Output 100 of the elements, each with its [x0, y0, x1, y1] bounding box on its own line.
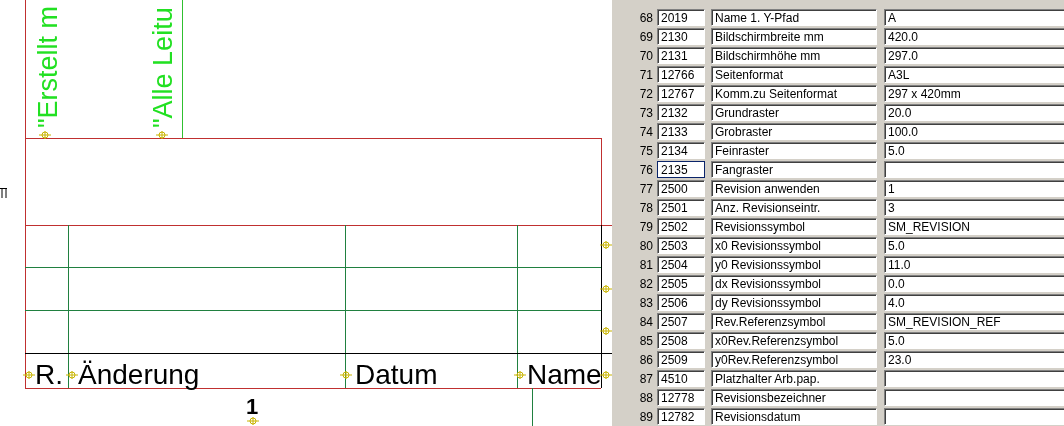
value-field[interactable]: A: [884, 9, 1064, 26]
name-field[interactable]: dx Revisionssymbol: [711, 275, 877, 292]
id-field[interactable]: 2505: [657, 275, 705, 292]
id-field[interactable]: 2135: [657, 161, 705, 178]
anchor-marker: [599, 370, 612, 380]
edge-mark: [0, 187, 8, 199]
anchor-marker: [246, 416, 260, 426]
name-field[interactable]: Fangraster: [711, 161, 877, 178]
value-field[interactable]: 23.0: [884, 351, 1064, 368]
value-field[interactable]: [884, 408, 1064, 425]
row-number: 71: [638, 66, 654, 84]
row-number: 72: [638, 85, 654, 103]
value-field[interactable]: 3: [884, 199, 1064, 216]
value-field[interactable]: 20.0: [884, 104, 1064, 121]
vertical-label: "Alle Leitu: [148, 7, 178, 128]
id-field[interactable]: 2507: [657, 313, 705, 330]
row-number: 68: [638, 9, 654, 27]
anchor-marker: [599, 240, 612, 250]
column-header: R.: [35, 359, 63, 390]
value-field[interactable]: 4.0: [884, 294, 1064, 311]
row-number: 88: [638, 389, 654, 407]
value-field[interactable]: 1: [884, 180, 1064, 197]
id-field[interactable]: 2506: [657, 294, 705, 311]
id-field[interactable]: 2501: [657, 199, 705, 216]
anchor-marker: [38, 130, 52, 140]
name-field[interactable]: Grobraster: [711, 123, 877, 140]
row-number: 79: [638, 218, 654, 236]
name-field[interactable]: Bildschirmbreite mm: [711, 28, 877, 45]
name-field[interactable]: Bildschirmhöhe mm: [711, 47, 877, 64]
id-field[interactable]: 2508: [657, 332, 705, 349]
value-field[interactable]: 0.0: [884, 275, 1064, 292]
value-field[interactable]: 297.0: [884, 47, 1064, 64]
value-field[interactable]: [884, 370, 1064, 387]
value-field[interactable]: 297 x 420mm: [884, 85, 1064, 102]
id-field[interactable]: 2130: [657, 28, 705, 45]
column-header: Datum: [355, 359, 438, 390]
name-field[interactable]: Revisionsdatum: [711, 408, 877, 425]
id-field[interactable]: 2133: [657, 123, 705, 140]
row-number: 69: [638, 28, 654, 46]
name-field[interactable]: Revision anwenden: [711, 180, 877, 197]
id-field[interactable]: 2134: [657, 142, 705, 159]
id-field[interactable]: 12778: [657, 389, 705, 406]
id-field[interactable]: 12767: [657, 85, 705, 102]
name-field[interactable]: Anz. Revisionseintr.: [711, 199, 877, 216]
id-field[interactable]: 2131: [657, 47, 705, 64]
value-field[interactable]: SM_REVISION: [884, 218, 1064, 235]
row-number: 85: [638, 332, 654, 350]
row-number: 83: [638, 294, 654, 312]
name-field[interactable]: Name 1. Y-Pfad: [711, 9, 877, 26]
row-number: 82: [638, 275, 654, 293]
row-number: 81: [638, 256, 654, 274]
anchor-marker: [599, 326, 612, 336]
row-number: 75: [638, 142, 654, 160]
id-field[interactable]: 12766: [657, 66, 705, 83]
row-number: 89: [638, 408, 654, 426]
id-field[interactable]: 2502: [657, 218, 705, 235]
name-field[interactable]: Revisionsbezeichner: [711, 389, 877, 406]
row-number: 78: [638, 199, 654, 217]
column-header: Änderung: [78, 359, 200, 390]
id-field[interactable]: 2500: [657, 180, 705, 197]
row-number: 86: [638, 351, 654, 369]
value-field[interactable]: 11.0: [884, 256, 1064, 273]
row-number: 77: [638, 180, 654, 198]
value-field[interactable]: 420.0: [884, 28, 1064, 45]
id-field[interactable]: 4510: [657, 370, 705, 387]
name-field[interactable]: Platzhalter Arb.pap.: [711, 370, 877, 387]
value-field[interactable]: 5.0: [884, 142, 1064, 159]
id-field[interactable]: 2019: [657, 9, 705, 26]
value-field[interactable]: 100.0: [884, 123, 1064, 140]
value-field[interactable]: [884, 161, 1064, 178]
name-field[interactable]: Grundraster: [711, 104, 877, 121]
name-field[interactable]: y0 Revisionssymbol: [711, 256, 877, 273]
name-field[interactable]: dy Revisionssymbol: [711, 294, 877, 311]
name-field[interactable]: Rev.Referenzsymbol: [711, 313, 877, 330]
vertical-label: "Erstellt m: [33, 5, 63, 128]
value-field[interactable]: [884, 389, 1064, 406]
name-field[interactable]: Revisionssymbol: [711, 218, 877, 235]
id-field[interactable]: 2132: [657, 104, 705, 121]
row-number: 87: [638, 370, 654, 388]
anchor-marker: [22, 370, 36, 380]
row-number: 70: [638, 47, 654, 65]
id-field[interactable]: 2509: [657, 351, 705, 368]
value-field[interactable]: A3L: [884, 66, 1064, 83]
name-field[interactable]: y0Rev.Referenzsymbol: [711, 351, 877, 368]
column-header: Name: [527, 359, 602, 390]
name-field[interactable]: x0Rev.Referenzsymbol: [711, 332, 877, 349]
value-field[interactable]: SM_REVISION_REF: [884, 313, 1064, 330]
row-number: 76: [638, 161, 654, 179]
row-number: 74: [638, 123, 654, 141]
name-field[interactable]: x0 Revisionssymbol: [711, 237, 877, 254]
name-field[interactable]: Feinraster: [711, 142, 877, 159]
id-field[interactable]: 12782: [657, 408, 705, 425]
anchor-marker: [513, 370, 527, 380]
value-field[interactable]: 5.0: [884, 237, 1064, 254]
anchor-marker: [155, 130, 169, 140]
name-field[interactable]: Seitenformat: [711, 66, 877, 83]
name-field[interactable]: Komm.zu Seitenformat: [711, 85, 877, 102]
id-field[interactable]: 2504: [657, 256, 705, 273]
value-field[interactable]: 5.0: [884, 332, 1064, 349]
id-field[interactable]: 2503: [657, 237, 705, 254]
